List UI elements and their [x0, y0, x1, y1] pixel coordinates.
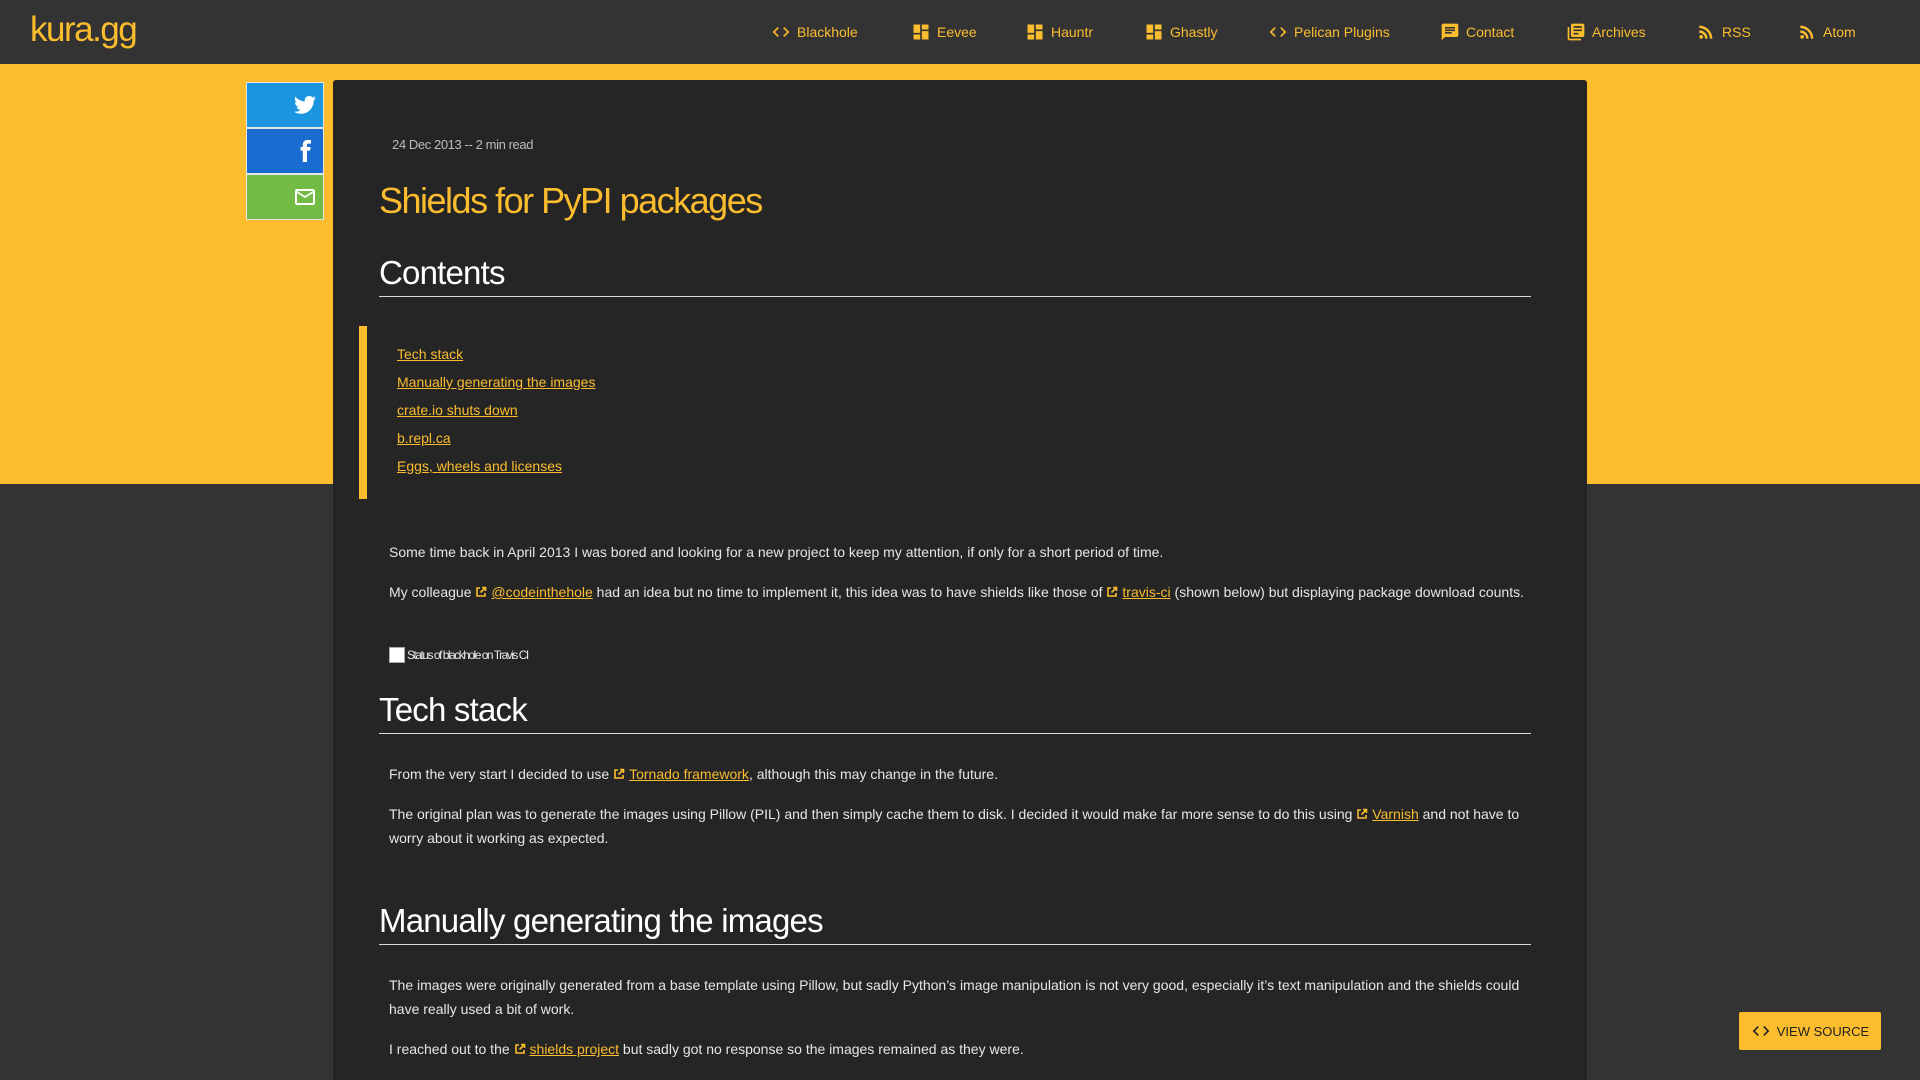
nav-label: Hauntr — [1051, 24, 1094, 40]
share-twitter-button[interactable] — [246, 82, 324, 128]
nav-label: Pelican Plugins — [1294, 24, 1390, 40]
article-meta: 24 Dec 2013 -- 2 min read — [392, 137, 534, 152]
nav-item-hauntr[interactable]: Hauntr — [1025, 20, 1093, 44]
view-source-button[interactable]: VIEW SOURCE — [1739, 1012, 1881, 1050]
text: From the very start I decided to use — [389, 766, 614, 782]
contents-heading: Contents — [379, 254, 1531, 297]
external-link-icon — [514, 1038, 526, 1054]
nav-label: Ghastly — [1170, 24, 1218, 40]
link-varnish[interactable]: Varnish — [1372, 806, 1418, 822]
nav-item-rss[interactable]: RSS — [1696, 20, 1751, 44]
nav-label: Atom — [1823, 24, 1856, 40]
email-icon — [295, 189, 315, 205]
nav-item-pelican-plugins[interactable]: Pelican Plugins — [1268, 20, 1390, 44]
code-icon — [1752, 1026, 1770, 1036]
share-facebook-button[interactable] — [246, 128, 324, 174]
archive-icon — [1567, 23, 1585, 41]
code-icon — [1269, 27, 1287, 37]
chat-icon — [1441, 23, 1459, 41]
link-shields-project[interactable]: shields project — [530, 1041, 620, 1057]
tech-stack-heading: Tech stack — [379, 691, 1531, 734]
paragraph-intro: Some time back in April 2013 I was bored… — [389, 544, 1164, 560]
share-bar — [246, 82, 324, 220]
text: , although this may change in the future… — [748, 766, 998, 782]
text: The original plan was to generate the im… — [389, 806, 1357, 822]
text: (shown below) but displaying package dow… — [1170, 584, 1524, 600]
toc-link-b-repl-ca[interactable]: b.repl.ca — [397, 430, 451, 446]
travis-badge-image: Status of blackhole on Travis CI — [389, 646, 529, 664]
paragraph-shields-project: I reached out to the shields project but… — [389, 1037, 1535, 1061]
text: but sadly got no response so the images … — [619, 1041, 1024, 1057]
top-navbar: kura.gg Blackhole Eevee Hauntr Ghastly P… — [0, 0, 1920, 64]
page-title: Shields for PyPI packages — [379, 180, 763, 221]
paragraph-pillow: The images were originally generated fro… — [389, 977, 1520, 1017]
dashboard-icon — [1146, 24, 1162, 40]
toc-link-tech-stack[interactable]: Tech stack — [397, 346, 463, 362]
link-codeinthehole[interactable]: @codeinthehole — [491, 584, 592, 600]
nav-item-blackhole[interactable]: Blackhole — [771, 20, 858, 44]
table-of-contents: Tech stack Manually generating the image… — [359, 326, 759, 499]
nav-label: Blackhole — [797, 24, 858, 40]
text: had an idea but no time to implement it,… — [592, 584, 1107, 600]
main-nav: Blackhole Eevee Hauntr Ghastly Pelican P… — [0, 0, 1920, 64]
nav-label: Eevee — [937, 24, 977, 40]
toc-link-eggs-wheels[interactable]: Eggs, wheels and licenses — [397, 458, 562, 474]
external-link-icon — [1106, 581, 1118, 597]
share-email-button[interactable] — [246, 174, 324, 220]
external-link-icon — [613, 763, 625, 779]
rss-icon — [1800, 25, 1814, 39]
nav-label: Archives — [1592, 24, 1646, 40]
text: I reached out to the — [389, 1041, 514, 1057]
code-icon — [772, 27, 790, 37]
twitter-icon — [294, 96, 316, 114]
dashboard-icon — [1027, 24, 1043, 40]
text: My colleague — [389, 584, 476, 600]
nav-item-atom[interactable]: Atom — [1797, 20, 1856, 44]
link-tornado-framework[interactable]: Tornado framework — [629, 766, 749, 782]
paragraph-colleague: My colleague @codeinthehole had an idea … — [389, 580, 1535, 604]
facebook-icon — [300, 140, 311, 162]
nav-item-eevee[interactable]: Eevee — [911, 20, 977, 44]
broken-image-icon — [389, 647, 405, 663]
paragraph-varnish: The original plan was to generate the im… — [389, 802, 1535, 850]
paragraph-tornado: From the very start I decided to use Tor… — [389, 762, 1535, 786]
dashboard-icon — [913, 24, 929, 40]
nav-label: RSS — [1722, 24, 1751, 40]
nav-item-ghastly[interactable]: Ghastly — [1144, 20, 1217, 44]
toc-link-crate-io[interactable]: crate.io shuts down — [397, 402, 518, 418]
view-source-label: VIEW SOURCE — [1776, 1023, 1870, 1039]
external-link-icon — [1356, 803, 1368, 819]
external-link-icon — [475, 581, 487, 597]
nav-item-contact[interactable]: Contact — [1440, 20, 1514, 44]
toc-link-manually-generating[interactable]: Manually generating the images — [397, 374, 595, 390]
image-alt-text: Status of blackhole on Travis CI — [407, 648, 529, 662]
link-travis-ci[interactable]: travis-ci — [1122, 584, 1170, 600]
nav-label: Contact — [1466, 24, 1515, 40]
manual-heading: Manually generating the images — [379, 902, 1531, 945]
nav-item-archives[interactable]: Archives — [1566, 20, 1646, 44]
rss-icon — [1699, 25, 1713, 39]
